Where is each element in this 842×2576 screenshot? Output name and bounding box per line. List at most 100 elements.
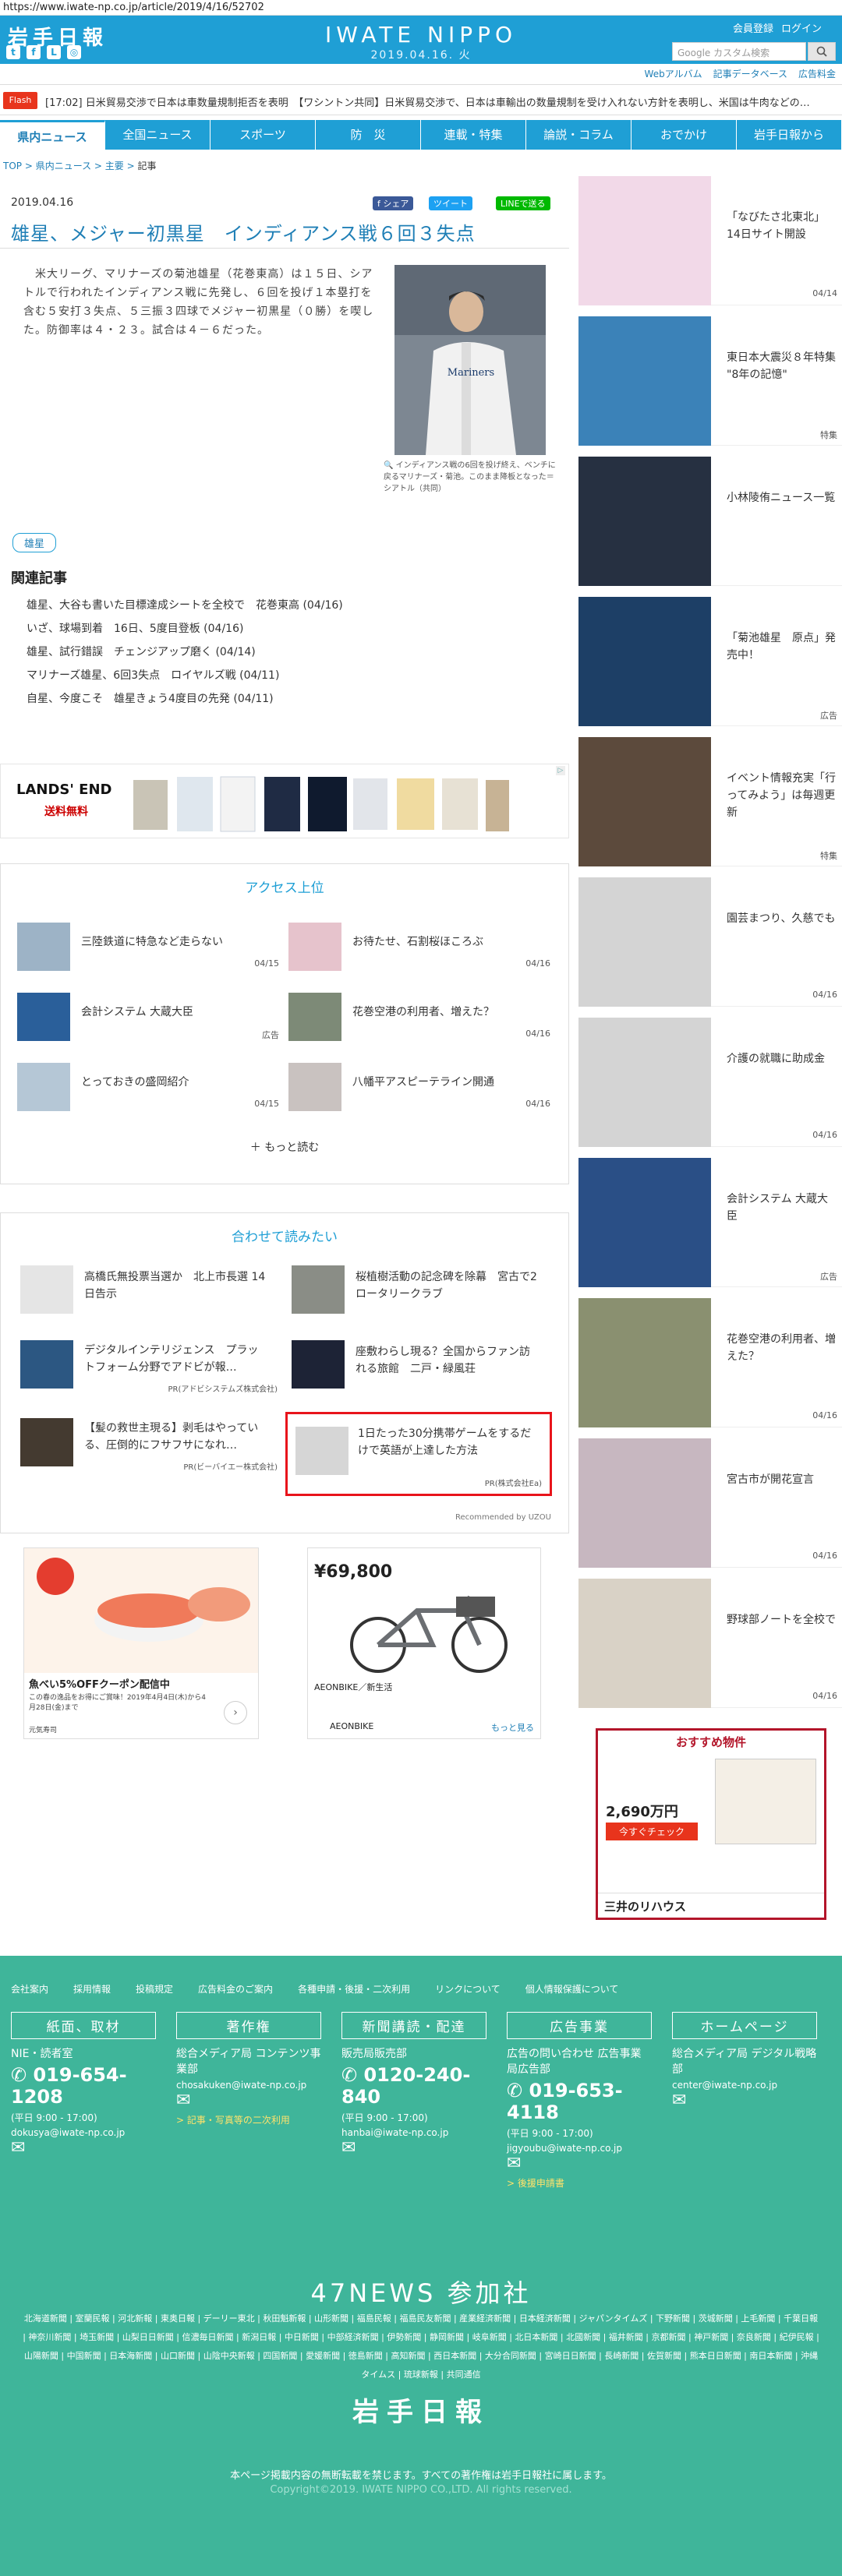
footer-link[interactable]: 各種申請・後援・二次利用 [298,1982,410,1996]
news47-papers[interactable]: 北海道新聞 | 室蘭民報 | 河北新報 | 東奥日報 | デーリー東北 | 秋田… [22,2310,820,2384]
sidebar-item[interactable]: 園芸まつり、久慈でも 04/16 [578,877,842,1007]
footer-mail[interactable]: center@iwate-np.co.jp [672,2080,817,2091]
sidebar-item[interactable]: 宮古市が開花宣言 04/16 [578,1438,842,1568]
breadcrumb-main[interactable]: 主要 [105,161,124,171]
sidebar-item[interactable]: 会計システム 大蔵大臣 広告 [578,1158,842,1287]
footer-mail[interactable]: dokusya@iwate-np.co.jp [11,2127,156,2138]
nav-sports[interactable]: スポーツ [210,120,316,150]
nav-disaster[interactable]: 防 災 [316,120,421,150]
facebook-share-button[interactable]: f シェア [373,196,414,210]
recommend-item[interactable]: 桜植樹活動の記念碑を除幕 宮古で2ロータリークラブ [292,1265,549,1322]
recommend-item[interactable]: デジタルインテリジェンス プラットフォーム分野でアドビが報… PR(アドビシステ… [20,1340,278,1396]
sidebar-item[interactable]: 介護の就職に助成金 04/16 [578,1018,842,1147]
footer-mail[interactable]: chosakuken@iwate-np.co.jp [176,2080,321,2091]
footer-link[interactable]: 会社案内 [11,1982,48,1996]
real-estate-ad[interactable]: おすすめ物件 2,690万円 今すぐチェック 三井のリハウス [596,1728,826,1920]
ranking-item[interactable]: 会計システム 大蔵大臣 広告 [17,993,279,1047]
nav-outings[interactable]: おでかけ [632,120,737,150]
nav-editorials[interactable]: 論説・コラム [526,120,632,150]
sidebar-date: 04/16 [812,1410,837,1420]
adchoices-icon[interactable]: ▷ [556,766,565,775]
article-database-link[interactable]: 記事データベース [713,67,787,80]
sidebar-item[interactable]: 花巻空港の利用者、増えた？ 04/16 [578,1298,842,1427]
search-input[interactable]: Google カスタム検索 [672,42,806,61]
sidebar-item[interactable]: 東日本大震災８年特集 "8年の記憶" 特集 [578,316,842,446]
ranking-item[interactable]: 八幡平アスピーテライン開通 04/16 [288,1063,550,1117]
recommend-item[interactable]: 【髪の救世主現る】剥毛はやっている、圧倒的にフサフサになれ… PR(ビーバイエー… [20,1418,278,1474]
footer-link[interactable]: 広告料金のご案内 [198,1982,273,1996]
twitter-icon[interactable]: t [6,45,20,59]
tweet-button[interactable]: ツイート [429,196,472,210]
footer-phone-number[interactable]: 019-654-1208 [11,2064,127,2108]
recommend-item[interactable]: 高橋氏無投票当選か 北上市長選 14日告示 [20,1265,278,1322]
register-link[interactable]: 会員登録 [733,20,773,35]
nav-national-news[interactable]: 全国ニュース [105,120,210,150]
ranking-item[interactable]: とっておきの盛岡紹介 04/15 [17,1063,279,1117]
mail-icon[interactable]: ✉ [341,2138,486,2158]
footer-link[interactable]: リンクについて [435,1982,501,1996]
related-item[interactable]: 自星、今度こそ 雄星きょう4度目の先発 (04/11) [27,687,343,711]
ad-rates-link[interactable]: 広告料金 [798,67,836,80]
web-album-link[interactable]: Webアルバム [645,67,702,80]
footer-mail[interactable]: hanbai@iwate-np.co.jp [341,2127,486,2138]
sidebar-item[interactable]: イベント情報充実「行ってみよう」は毎週更新 特集 [578,737,842,866]
nav-features[interactable]: 連載・特集 [421,120,526,150]
sidebar-item[interactable]: 「なびたさ北東北」14日サイト開設 04/14 [578,176,842,305]
search-button[interactable] [808,42,836,61]
ranking-item[interactable]: 花巻空港の利用者、増えた？ 04/16 [288,993,550,1047]
footer-col-link[interactable]: > 後援申請書 [507,2176,652,2190]
article-photo[interactable]: Mariners [394,265,546,455]
chevron-right-icon[interactable]: › [224,1701,247,1724]
line-icon[interactable]: L [47,45,61,59]
footer-col-sub: 広告の問い合わせ 広告事業局広告部 [507,2048,642,2076]
sidebar-item[interactable]: 野球部ノートを全校で 04/16 [578,1579,842,1708]
real-estate-ad-button[interactable]: 今すぐチェック [606,1823,698,1840]
footer-link[interactable]: 投稿規定 [136,1982,173,1996]
mail-icon[interactable]: ✉ [672,2091,817,2110]
footer-mail[interactable]: jigyoubu@iwate-np.co.jp [507,2143,652,2154]
instagram-icon[interactable]: ◎ [67,45,81,59]
mail-icon[interactable]: ✉ [507,2154,652,2173]
recommend-item[interactable]: 座敷わらし現る？全国からファン訪れる旅館 二戸・緑風荘 [292,1340,549,1396]
article-tag[interactable]: 雄星 [12,533,57,552]
nav-from-iwate-nippo[interactable]: 岩手日報から [737,120,842,150]
lands-end-banner-ad[interactable]: LANDS' END 送料無料 ▷ [0,764,569,838]
ranking-item[interactable]: 三陸鉄道に特急など走らない 04/15 [17,923,279,977]
bike-ad[interactable]: ¥69,800 AEONBIKE／新生活 AEONBIKE もっと見る [307,1547,541,1739]
footer-hours: (平日 9:00 - 17:00) [507,2128,593,2139]
nav-local-news[interactable]: 県内ニュース [0,120,105,150]
facebook-icon[interactable]: f [27,45,41,59]
read-more-link[interactable]: ＋ もっと読む [0,1139,569,1155]
news47-heading[interactable]: 47NEWS 参加社 [0,2274,842,2310]
mail-icon[interactable]: ✉ [176,2091,321,2110]
bike-ad-more[interactable]: もっと見る [491,1721,534,1734]
masthead[interactable]: IWATE NIPPO [312,22,530,48]
sidebar-item[interactable]: 「菊池雄星 原点」発売中！ 広告 [578,597,842,726]
related-item[interactable]: 雄星、試行錯誤 チェンジアップ磨く (04/14) [27,640,343,664]
related-item[interactable]: 雄星、大谷も書いた目標達成シートを全校で 花巻東高 (04/16) [27,594,343,617]
footer-phone-number[interactable]: 0120-240-840 [341,2064,470,2108]
footer-phone-number[interactable]: 019-653-4118 [507,2080,623,2123]
related-item[interactable]: いざ、球場到着 16日、5度目登板 (04/16) [27,617,343,640]
ranking-item[interactable]: お待たせ、石割桜ほころぶ 04/16 [288,923,550,977]
recommend-item-highlighted[interactable]: 1日たった30分携帯ゲームをするだけで英語が上達した方法 PR(株式会社Ea) [285,1412,552,1496]
footer-col-link[interactable]: > 記事・写真等の二次利用 [176,2113,321,2126]
related-item[interactable]: マリナーズ雄星、6回3失点 ロイヤルズ戦 (04/11) [27,664,343,687]
url-bar[interactable]: https://www.iwate-np.co.jp/article/2019/… [0,0,842,16]
sushi-ad-title: 魚べい5%OFFクーポン配信中 [29,1679,170,1691]
recommend-source: PR(株式会社Ea) [484,1480,542,1488]
flash-text[interactable]: [17:02] 日米貿易交渉で日本は車数量規制拒否を表明 【ワシントン共同】日米… [45,94,833,109]
sidebar-date: 広告 [820,1272,837,1282]
sidebar-item[interactable]: 小林陵侑ニュース一覧 [578,457,842,586]
login-link[interactable]: ログイン [781,20,822,35]
footer-link[interactable]: 採用情報 [73,1982,111,1996]
sushi-ad[interactable]: 魚べい5%OFFクーポン配信中 この春の逸品をお得にご賞味！2019年4月4日(… [23,1547,259,1739]
footer-logo[interactable]: 岩手日報 [0,2391,842,2429]
mail-icon[interactable]: ✉ [11,2138,156,2158]
breadcrumb-top[interactable]: TOP [3,161,22,171]
footer-link[interactable]: 個人情報保護について [525,1982,619,1996]
uzou-credit[interactable]: Recommended by UZOU [455,1513,551,1522]
line-share-button[interactable]: LINEで送る [496,196,550,210]
breadcrumb-local[interactable]: 県内ニュース [36,161,91,171]
sidebar-title: 東日本大震災８年特集 "8年の記憶" [727,351,836,381]
